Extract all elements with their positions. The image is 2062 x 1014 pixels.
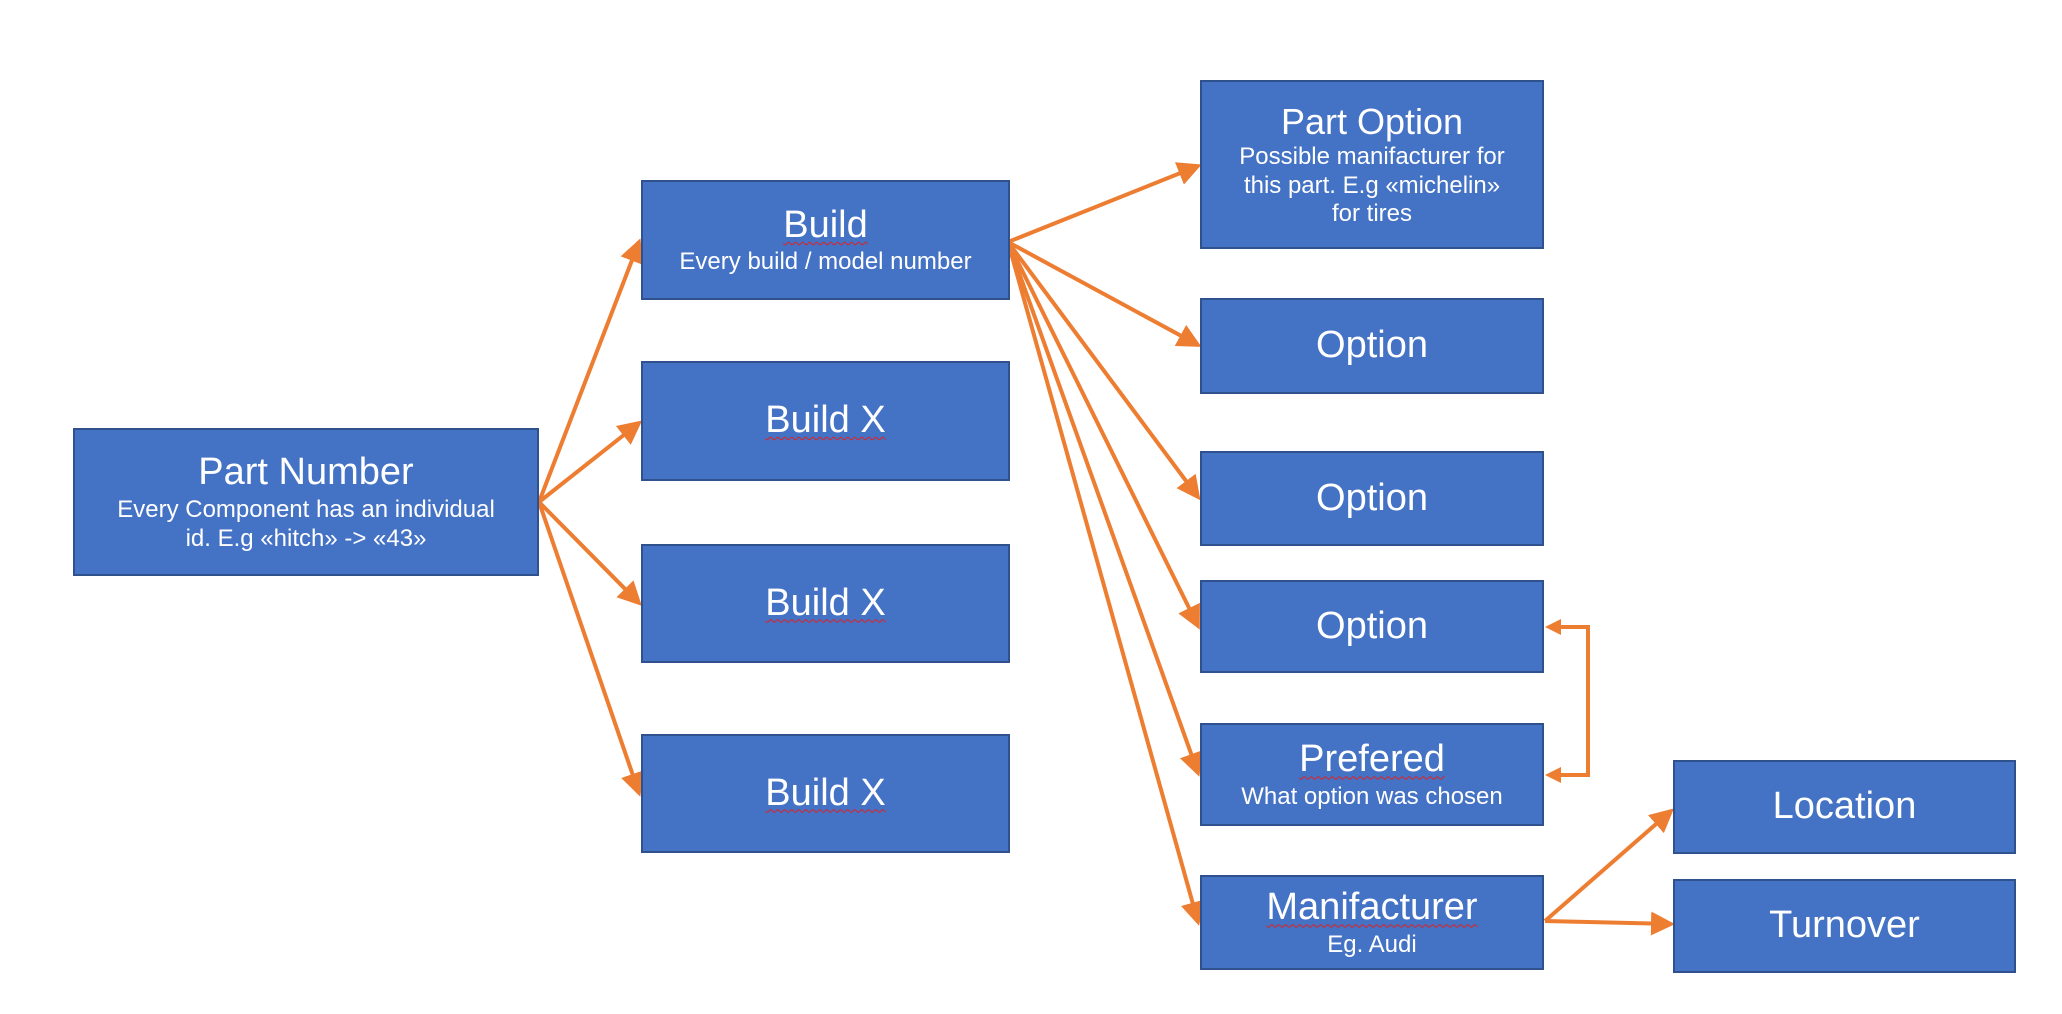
node-subtitle-line3: for tires <box>1331 200 1412 228</box>
node-title: Prefered <box>1299 738 1445 781</box>
node-subtitle: What option was chosen <box>1241 782 1503 810</box>
node-subtitle-line1: Possible manifacturer for <box>1239 142 1505 170</box>
node-subtitle: Eg. Audi <box>1327 930 1417 958</box>
node-title: Part Option <box>1280 100 1464 142</box>
node-build[interactable]: Build Every build / model number <box>641 180 1010 300</box>
bracket-arrowhead-to-option <box>1545 619 1561 635</box>
arrow-partnumber-to-buildx3 <box>537 501 644 797</box>
node-turnover[interactable]: Turnover <box>1673 879 2016 973</box>
arrow-build-to-option3 <box>1006 241 1200 630</box>
node-option-3[interactable]: Option <box>1200 580 1544 673</box>
arrow-partnumber-to-buildx1 <box>537 420 643 504</box>
node-part-number[interactable]: Part Number Every Component has an indiv… <box>73 428 539 576</box>
node-title: Option <box>1316 604 1428 647</box>
node-subtitle: Every build / model number <box>679 248 972 276</box>
node-option-2[interactable]: Option <box>1200 451 1544 546</box>
node-title: Build X <box>765 581 886 624</box>
node-title: Part Number <box>198 451 414 494</box>
arrow-partnumber-to-buildx2 <box>537 500 642 606</box>
node-build-x-3[interactable]: Build X <box>641 734 1010 853</box>
node-build-x-1[interactable]: Build X <box>641 361 1010 481</box>
node-subtitle-line1: Every Component has an individual <box>117 496 495 523</box>
arrow-build-to-prefered <box>1006 241 1203 777</box>
node-title: Build X <box>765 399 886 442</box>
node-subtitle-line2: id. E.g «hitch» -> «43» <box>185 524 427 552</box>
node-option-1[interactable]: Option <box>1200 298 1544 394</box>
arrow-build-to-manifacturer <box>1006 241 1205 926</box>
arrow-build-to-option1 <box>1007 240 1202 347</box>
node-title: Location <box>1772 785 1917 828</box>
arrow-build-to-partoption <box>1007 162 1202 244</box>
node-prefered[interactable]: Prefered What option was chosen <box>1200 723 1544 826</box>
arrow-manifacturer-to-location <box>1543 808 1675 923</box>
node-subtitle-line2: this part. E.g «michelin» <box>1243 171 1501 199</box>
node-title: Option <box>1316 324 1428 367</box>
node-location[interactable]: Location <box>1673 760 2016 854</box>
node-title: Build <box>783 203 868 246</box>
node-title: Manifacturer <box>1266 886 1478 929</box>
bracket-connector-option-prefered <box>1556 625 1590 777</box>
node-title: Turnover <box>1769 904 1920 947</box>
node-part-option[interactable]: Part Option Possible manifacturer for th… <box>1200 80 1544 249</box>
arrow-partnumber-to-build <box>537 238 644 503</box>
bracket-arrowhead-to-prefered <box>1545 767 1561 783</box>
arrow-build-to-option2 <box>1006 240 1201 501</box>
node-build-x-2[interactable]: Build X <box>641 544 1010 663</box>
arrow-manifacturer-to-turnover <box>1544 911 1675 936</box>
node-title: Build X <box>765 771 886 814</box>
node-title: Option <box>1316 476 1428 519</box>
node-manifacturer[interactable]: Manifacturer Eg. Audi <box>1200 875 1544 970</box>
